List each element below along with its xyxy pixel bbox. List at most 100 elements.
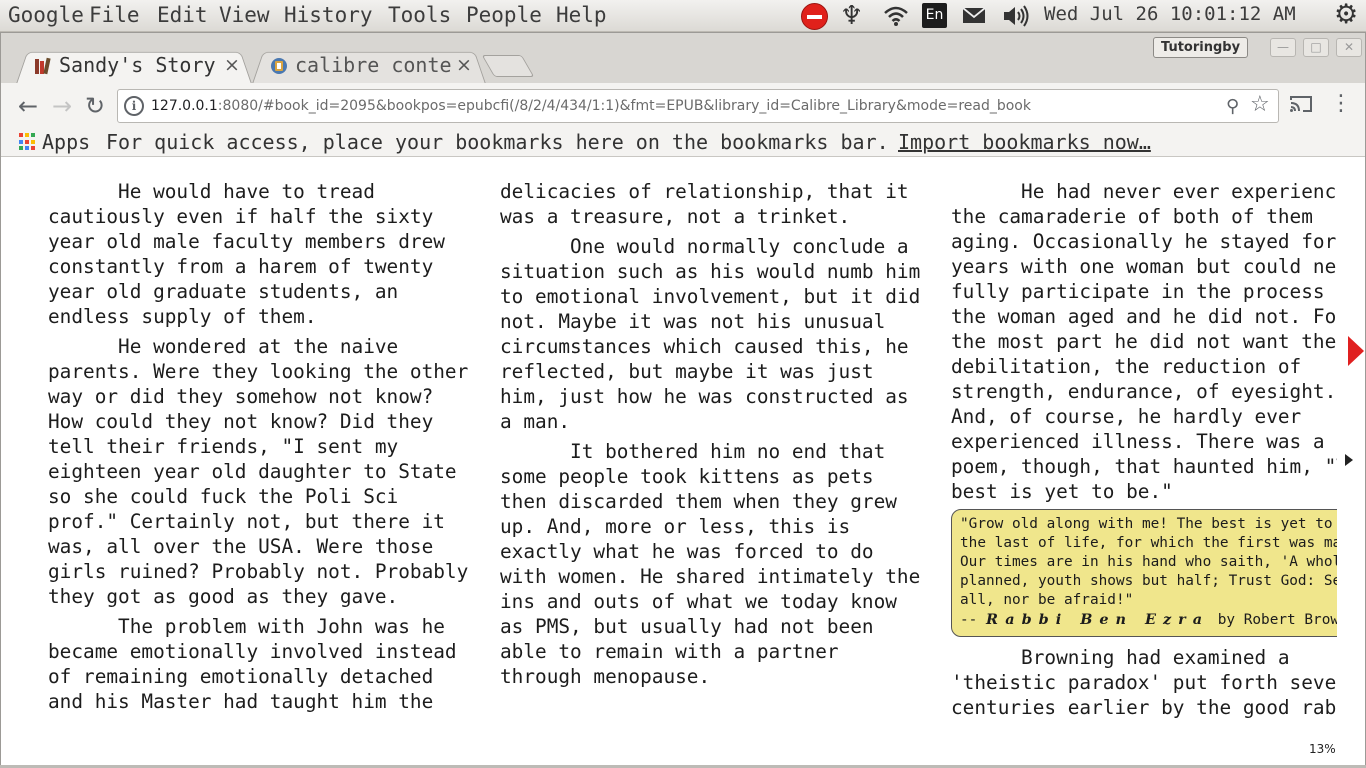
text-line: Browning had examined a [951,646,1290,669]
text-line: delicacies of relationship, that it [500,180,909,203]
apps-dot [31,146,35,151]
text-line: He wondered at the naive [48,335,399,358]
back-arrow-icon[interactable]: ← [14,92,42,120]
text-line: tell their friends, "I sent my [48,435,399,458]
text-line: ins and outs of what we today know [500,590,897,613]
calibre-icon [271,58,287,74]
apps-dot [25,139,29,144]
browser-toolbar: ← → ↻ i 127.0.0.1:8080/#book_id=2095&boo… [0,83,1366,129]
profile-button[interactable]: Tutoringby [1153,37,1249,58]
minimize-button[interactable]: — [1270,38,1296,57]
key-icon[interactable]: ⚲ [1226,96,1239,117]
attribution-author: by Robert Browning [1217,612,1337,628]
apps-grid-icon[interactable] [19,133,37,151]
text-line: prof." Certainly not, but there it [48,510,445,533]
poem-quote-box: "Grow old along with me! The best is yet… [951,509,1337,637]
paragraph: The problem with John was he became emoti… [48,614,468,714]
reload-icon[interactable]: ↻ [81,92,109,120]
book-reader[interactable]: He would have to tread cautiously even if… [0,158,1366,765]
bookmarks-bar: Apps For quick access, place your bookma… [0,129,1366,157]
system-menubar: Google File Edit View History Tools Peop… [0,0,1366,32]
page-turn-marker-icon[interactable] [1348,336,1364,366]
text-column-2: delicacies of relationship, that it was a… [500,179,920,694]
menu-history[interactable]: History [284,3,373,27]
text-line: up. And, more or less, this is [500,515,851,538]
tab-sandys-story[interactable]: Sandy's Story × [16,48,252,84]
apps-dot [19,146,23,151]
quote-line: the last of life, for which the first wa… [960,535,1337,551]
text-line: as PMS, but usually had not been [500,615,874,638]
keyboard-layout-indicator[interactable]: En [922,3,947,28]
text-line: centuries earlier by the good rabbi [951,696,1337,719]
paragraph: He wondered at the naive parents. Were th… [48,334,468,609]
cast-icon[interactable] [1289,94,1313,114]
sync-icon[interactable]: ♆ [840,1,863,31]
text-line: years with one woman but could neve [951,255,1337,278]
mail-icon[interactable] [961,5,987,26]
text-line: constantly from a harem of twenty [48,255,434,278]
text-line: How could they not know? Did they [48,410,434,433]
menu-people[interactable]: People [466,3,542,27]
text-line: endless supply of them. [48,305,317,328]
paragraph: He had never ever experienced the camarad… [951,179,1337,504]
maximize-button[interactable]: □ [1303,38,1329,57]
paragraph: It bothered him no end that some people t… [500,439,920,689]
apps-link[interactable]: Apps [42,130,90,154]
apps-dot [19,133,23,137]
menu-file[interactable]: File [89,3,140,27]
next-page-arrow-icon[interactable] [1345,454,1353,466]
text-line: circumstances which caused this, he [500,335,909,358]
paragraph: delicacies of relationship, that it was a… [500,179,920,229]
new-tab-button[interactable] [481,55,535,77]
menu-help[interactable]: Help [556,3,607,27]
stop-sign-icon[interactable] [801,3,828,30]
apps-dot [31,133,35,137]
text-line: to emotional involvement, but it did [500,285,921,308]
text-line: was a treasure, not a trinket. [500,205,851,228]
text-line: year old graduate students, an [48,280,399,303]
text-line: year old male faculty members drew [48,230,445,253]
quote-line: all, nor be afraid!" [960,592,1134,608]
url-path: :8080/#book_id=2095&bookpos=epubcfi(/8/2… [217,98,1031,114]
quote-line: Our times are in his hand who saith, 'A … [960,554,1337,570]
text-line: and his Master had taught him the [48,690,434,713]
wifi-icon[interactable] [882,0,910,30]
tab-close-icon[interactable]: × [224,54,240,76]
volume-icon[interactable] [1001,2,1029,30]
address-bar[interactable]: i 127.0.0.1:8080/#book_id=2095&bookpos=e… [117,89,1279,123]
paragraph: Browning had examined a'theistic paradox… [951,645,1337,720]
tab-calibre-content-server[interactable]: calibre content server × [252,48,486,84]
text-line: able to remain with a partner [500,640,839,663]
apps-dot [25,146,29,151]
text-line: him, just how he was constructed as [500,385,909,408]
text-line: He had never ever experienced [951,180,1337,203]
chrome-menu-icon[interactable]: ⋮ [1330,91,1352,116]
tab-close-icon[interactable]: × [456,54,472,76]
text-line: One would normally conclude a [500,235,909,258]
bookmark-star-icon[interactable]: ☆ [1250,92,1270,117]
bookmarks-hint: For quick access, place your bookmarks h… [106,130,889,154]
paragraph: He would have to tread cautiously even if… [48,179,468,329]
import-bookmarks-link[interactable]: Import bookmarks now… [898,130,1151,154]
apps-dot [31,139,35,144]
site-info-icon[interactable]: i [124,96,144,116]
clock[interactable]: Wed Jul 26 10:01:12 AM [1044,3,1296,25]
text-line: the most part he did not want the [951,330,1337,353]
text-line: through menopause. [500,665,711,688]
close-window-button[interactable]: ✕ [1336,38,1362,57]
system-gear-icon[interactable]: ⚙ [1334,0,1358,30]
text-line: some people took kittens as pets [500,465,874,488]
text-line: was, all over the USA. Were those [48,535,434,558]
text-line: situation such as his would numb him [500,260,921,283]
menu-view[interactable]: View [219,3,270,27]
menu-google[interactable]: Google [8,3,84,27]
text-line: The problem with John was he [48,615,445,638]
menu-tools[interactable]: Tools [388,3,451,27]
text-line: became emotionally involved instead [48,640,457,663]
attribution-prefix: -- [960,612,986,628]
text-line: exactly what he was forced to do [500,540,874,563]
menu-edit[interactable]: Edit [157,3,208,27]
quote-line: "Grow old along with me! The best is yet… [960,516,1337,532]
forward-arrow-icon[interactable]: → [48,92,76,120]
url-text[interactable]: 127.0.0.1:8080/#book_id=2095&bookpos=epu… [151,98,1031,114]
